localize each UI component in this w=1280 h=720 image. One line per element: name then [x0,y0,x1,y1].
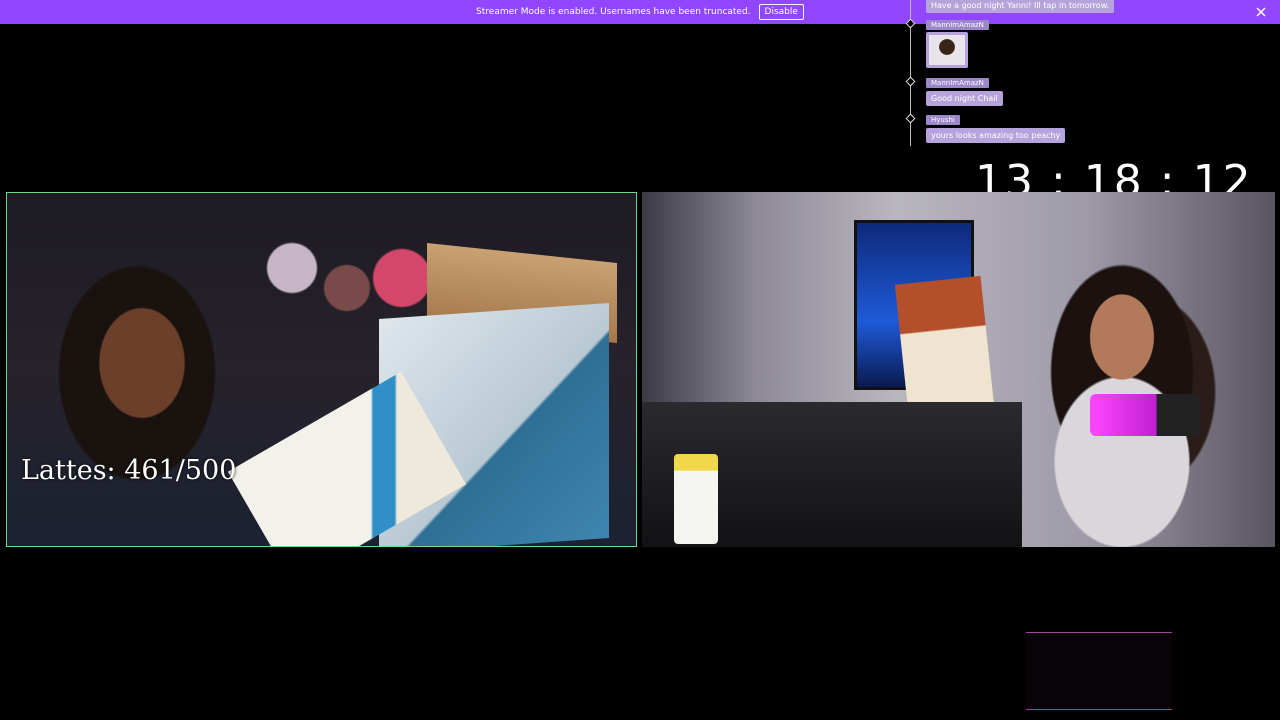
disable-streamer-mode-button[interactable]: Disable [758,4,804,20]
chat-message-text: Good night Chail [926,91,1003,106]
chat-message-text: yours looks amazing too peachy [926,128,1066,143]
chat-username: MannImAmazN [926,20,989,30]
alert-widget [1026,632,1172,710]
chat-username: MannImAmazN [926,78,989,88]
right-camera-feed [642,192,1275,547]
chat-message-text: Have a good night Yanni! Ill tap in tomo… [926,0,1115,13]
plush-toys-image [232,233,442,313]
chat-marker-icon [905,76,916,87]
chat-marker-icon [905,113,916,124]
chat-emote-image [926,32,968,68]
close-icon[interactable] [1254,5,1268,19]
wipes-container-image [674,454,718,544]
left-camera-feed: Lattes: 461/500 [6,192,637,547]
microphone-image [1090,394,1200,436]
streamer-mode-message: Streamer Mode is enabled. Usernames have… [476,7,751,17]
chat-overlay: Have a good night Yanni! Ill tap in tomo… [903,0,1163,150]
chat-marker-icon [905,18,916,29]
lattes-counter: Lattes: 461/500 [21,455,237,486]
chat-username: Hyushi [926,115,960,125]
